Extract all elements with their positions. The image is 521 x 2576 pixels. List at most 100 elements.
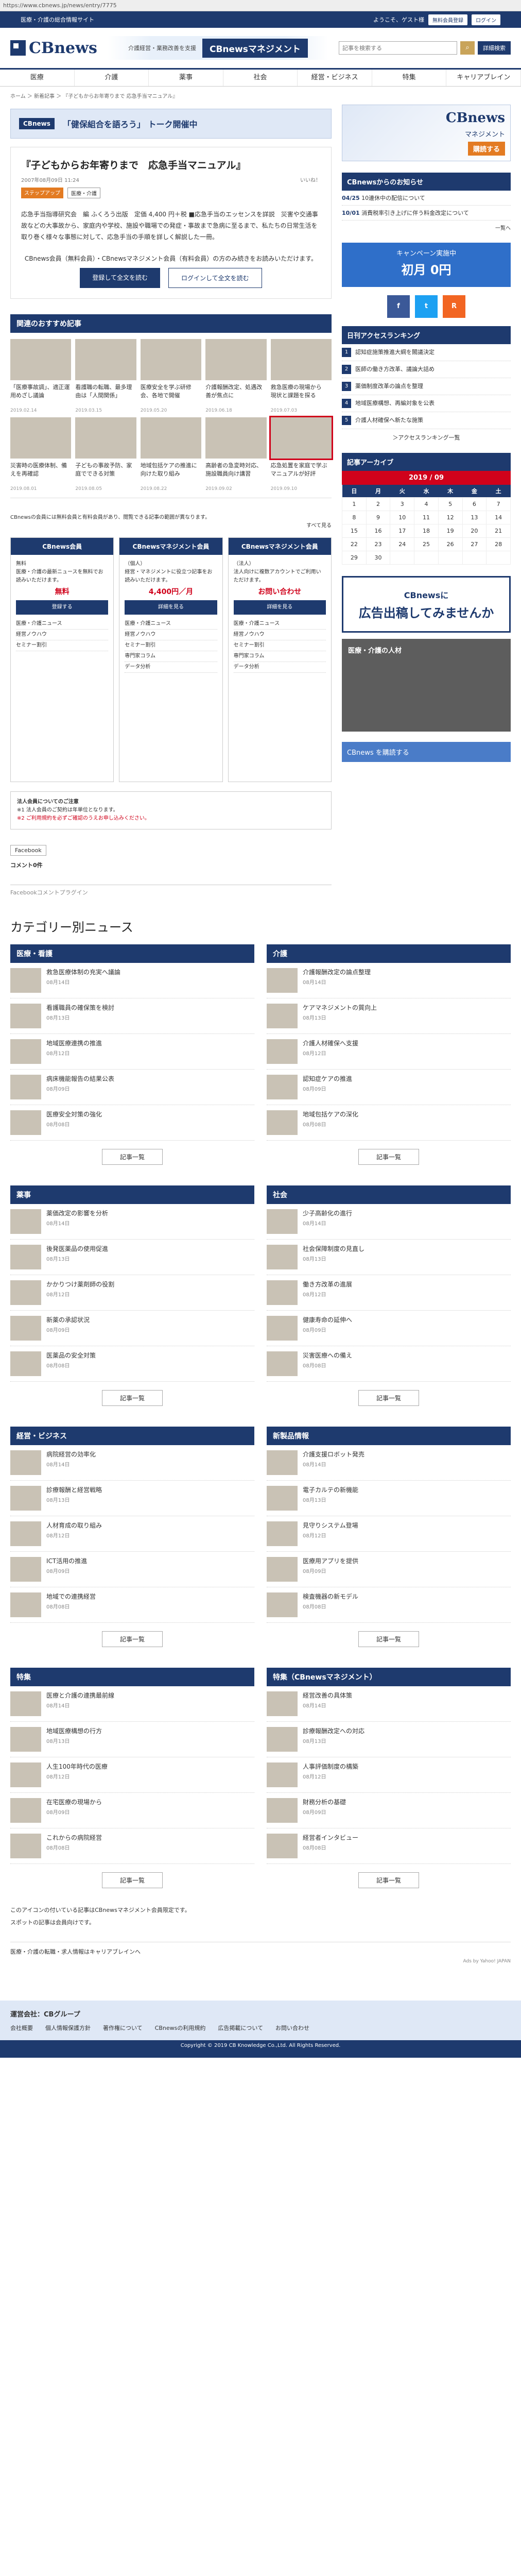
reco-item[interactable]: 医療安全を学ぶ研修会、各地で開催 2019.05.20 — [140, 339, 202, 413]
category-item[interactable]: 電子カルテの新機能 08月13日 — [267, 1481, 511, 1516]
reco-item[interactable]: 高齢者の急変時対応、施設職員向け講習 2019.09.02 — [205, 417, 267, 492]
notice-item[interactable]: 04/25 10連休中の配信について — [342, 191, 511, 206]
category-item[interactable]: 経営者インタビュー 08月08日 — [267, 1828, 511, 1864]
login-to-read-button[interactable]: ログインして全文を読む — [168, 268, 262, 288]
subscribe-button[interactable]: 購読する — [467, 142, 505, 156]
category-more-button[interactable]: 記事一覧 — [101, 1390, 163, 1406]
calendar-day[interactable]: 10 — [390, 511, 415, 524]
promo-bar[interactable]: CBnews 「健保組合を語ろう」 トーク開催中 — [10, 109, 332, 139]
ranking-item[interactable]: 3 薬価制度改革の論点を整理 — [342, 378, 511, 395]
reco-item[interactable]: 「医療事故調」、適正運用めざし議論 2019.02.14 — [10, 339, 72, 413]
login-link[interactable]: ログイン — [472, 14, 500, 25]
nav-item-career[interactable]: キャリアブレイン — [446, 70, 521, 86]
reco-item[interactable]: 救急医療の現場から 現状と課題を探る 2019.07.03 — [270, 339, 332, 413]
calendar-day[interactable]: 1 — [342, 497, 367, 511]
calendar-day[interactable]: 2 — [366, 497, 391, 511]
category-item[interactable]: 地域での連携経営 08月08日 — [10, 1587, 254, 1623]
calendar-day[interactable]: 13 — [462, 511, 487, 524]
category-item[interactable]: 新薬の承認状況 08月09日 — [10, 1311, 254, 1346]
category-item[interactable]: 救急医療体制の充実へ議論 08月14日 — [10, 963, 254, 998]
calendar-day[interactable]: 6 — [462, 497, 487, 511]
calendar-day[interactable]: 4 — [414, 497, 439, 511]
footer-link[interactable]: お問い合わせ — [275, 2024, 309, 2032]
category-item[interactable]: 診療報酬と経営戦略 08月13日 — [10, 1481, 254, 1516]
facebook-button[interactable]: Facebook — [10, 845, 46, 856]
category-title[interactable]: 社会 — [267, 1185, 511, 1204]
category-more-button[interactable]: 記事一覧 — [358, 1872, 419, 1888]
category-more-button[interactable]: 記事一覧 — [358, 1390, 419, 1406]
footer-link[interactable]: 広告掲載について — [218, 2024, 263, 2032]
category-item[interactable]: 後発医薬品の使用促進 08月13日 — [10, 1240, 254, 1275]
category-item[interactable]: 人生100年時代の医療 08月12日 — [10, 1757, 254, 1793]
category-title[interactable]: 薬事 — [10, 1185, 254, 1204]
calendar-day[interactable]: 3 — [390, 497, 415, 511]
category-item[interactable]: 薬価改定の影響を分析 08月14日 — [10, 1204, 254, 1240]
category-item[interactable]: ICT活用の推進 08月09日 — [10, 1552, 254, 1587]
category-more-button[interactable]: 記事一覧 — [358, 1631, 419, 1647]
reco-item[interactable]: 応急処置を家庭で学ぶ マニュアルが好評 2019.09.10 — [269, 416, 334, 492]
subscribe-feed-button[interactable]: CBnews を購読する — [342, 742, 511, 762]
nav-item-care[interactable]: 介護 — [75, 70, 149, 86]
category-item[interactable]: 介護人材確保へ支援 08月12日 — [267, 1034, 511, 1070]
category-title[interactable]: 特集（CBnewsマネジメント） — [267, 1668, 511, 1686]
calendar-day[interactable]: 16 — [366, 524, 391, 538]
tag-category[interactable]: 医療・介護 — [67, 188, 100, 198]
membership-more-link[interactable]: すべて見る — [10, 522, 332, 530]
calendar-day[interactable]: 25 — [414, 537, 439, 551]
nav-item-medical[interactable]: 医療 — [0, 70, 75, 86]
category-item[interactable]: 医療と介護の連携最前線 08月14日 — [10, 1686, 254, 1722]
browser-url-bar[interactable]: https://www.cbnews.jp/news/entry/7775 — [0, 0, 521, 11]
calendar-day[interactable]: 29 — [342, 551, 367, 565]
category-item[interactable]: ケアマネジメントの質向上 08月13日 — [267, 998, 511, 1034]
category-item[interactable]: 地域医療構想の行方 08月13日 — [10, 1722, 254, 1757]
advertise-banner[interactable]: CBnewsに 広告出稿してみませんか — [342, 576, 511, 633]
calendar-day[interactable]: 28 — [486, 537, 511, 551]
category-item[interactable]: 認知症ケアの推進 08月09日 — [267, 1070, 511, 1105]
calendar-day[interactable]: 21 — [486, 524, 511, 538]
calendar-day[interactable]: 20 — [462, 524, 487, 538]
footer-link[interactable]: CBnewsの利用規約 — [155, 2024, 206, 2032]
calendar-day[interactable]: 27 — [462, 537, 487, 551]
category-title[interactable]: 介護 — [267, 944, 511, 963]
calendar-day[interactable]: 17 — [390, 524, 415, 538]
category-title[interactable]: 医療・看護 — [10, 944, 254, 963]
category-item[interactable]: 地域医療連携の推進 08月12日 — [10, 1034, 254, 1070]
category-item[interactable]: 見守りシステム登場 08月12日 — [267, 1516, 511, 1552]
category-item[interactable]: 在宅医療の現場から 08月09日 — [10, 1793, 254, 1828]
category-item[interactable]: 介護支援ロボット発売 08月14日 — [267, 1445, 511, 1481]
calendar-day[interactable]: 9 — [366, 511, 391, 524]
like-button[interactable]: いいね！ — [300, 176, 321, 183]
category-item[interactable]: 経営改善の具体策 08月14日 — [267, 1686, 511, 1722]
calendar-day[interactable]: 22 — [342, 537, 367, 551]
calendar-day[interactable]: 19 — [438, 524, 463, 538]
category-item[interactable]: 人事評価制度の構築 08月12日 — [267, 1757, 511, 1793]
category-item[interactable]: 診療報酬改定への対応 08月13日 — [267, 1722, 511, 1757]
footer-link[interactable]: 著作権について — [103, 2024, 143, 2032]
calendar-day[interactable]: 14 — [486, 511, 511, 524]
category-item[interactable]: 医薬品の安全対策 08月08日 — [10, 1346, 254, 1382]
calendar-day[interactable]: 30 — [366, 551, 391, 565]
plan-button[interactable]: 登録する — [16, 600, 109, 615]
calendar-day[interactable]: 7 — [486, 497, 511, 511]
category-item[interactable]: 介護報酬改定の論点整理 08月14日 — [267, 963, 511, 998]
register-link[interactable]: 無料会員登録 — [428, 14, 467, 25]
footer-link[interactable]: 個人情報保護方針 — [45, 2024, 91, 2032]
twitter-icon[interactable]: t — [415, 295, 438, 318]
calendar-day[interactable]: 15 — [342, 524, 367, 538]
notice-item[interactable]: 10/01 消費税率引き上げに伴う料金改定について — [342, 206, 511, 221]
nav-item-society[interactable]: 社会 — [223, 70, 298, 86]
category-item[interactable]: 検査機器の新モデル 08月08日 — [267, 1587, 511, 1623]
nav-item-feature[interactable]: 特集 — [372, 70, 447, 86]
category-item[interactable]: 地域包括ケアの深化 08月08日 — [267, 1105, 511, 1141]
calendar-day[interactable]: 8 — [342, 511, 367, 524]
calendar-day[interactable]: 5 — [438, 497, 463, 511]
category-more-button[interactable]: 記事一覧 — [101, 1872, 163, 1888]
plan-button[interactable]: 詳細を見る — [233, 600, 326, 615]
category-item[interactable]: 病院経営の効率化 08月14日 — [10, 1445, 254, 1481]
category-item[interactable]: 財務分析の基礎 08月09日 — [267, 1793, 511, 1828]
career-photo-banner[interactable]: 医療・介護の人材 — [342, 639, 511, 732]
category-item[interactable]: 病床機能報告の結果公表 08月09日 — [10, 1070, 254, 1105]
category-item[interactable]: 働き方改革の進展 08月12日 — [267, 1275, 511, 1311]
category-more-button[interactable]: 記事一覧 — [101, 1631, 163, 1647]
text-ad[interactable]: 医療・介護の転職・求人情報はキャリアブレインへ Ads by Yahoo! JA… — [10, 1942, 511, 1988]
